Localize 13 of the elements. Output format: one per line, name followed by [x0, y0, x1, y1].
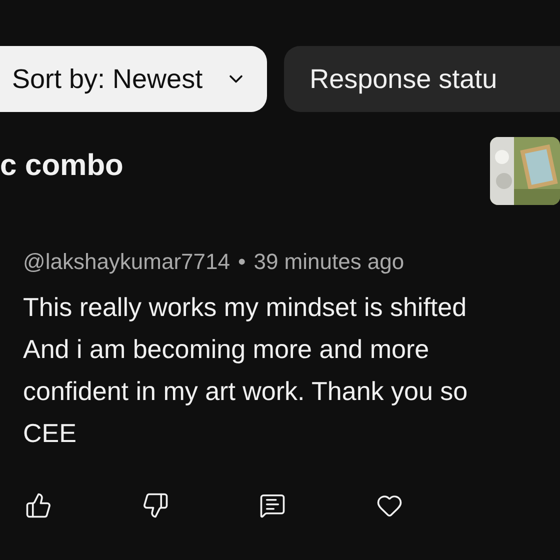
- comment-text-line: This really works my mindset is shifted: [23, 291, 468, 324]
- comment-time: 39 minutes ago: [254, 248, 404, 276]
- comment-text-line: And i am becoming more and more: [23, 333, 430, 366]
- comment-author[interactable]: @lakshaykumar7714: [23, 245, 230, 278]
- sort-dropdown[interactable]: Sort by: Newest: [0, 46, 267, 112]
- reply-icon[interactable]: [259, 492, 286, 519]
- separator-dot: •: [238, 248, 246, 276]
- like-icon[interactable]: [25, 492, 52, 519]
- comment-text-line: CEE: [23, 417, 78, 450]
- video-title: c combo: [0, 151, 124, 181]
- filter-chip[interactable]: Response statu: [284, 46, 560, 112]
- dislike-icon[interactable]: [142, 492, 169, 519]
- comment-text-line: confident in my art work. Thank you so: [23, 375, 469, 408]
